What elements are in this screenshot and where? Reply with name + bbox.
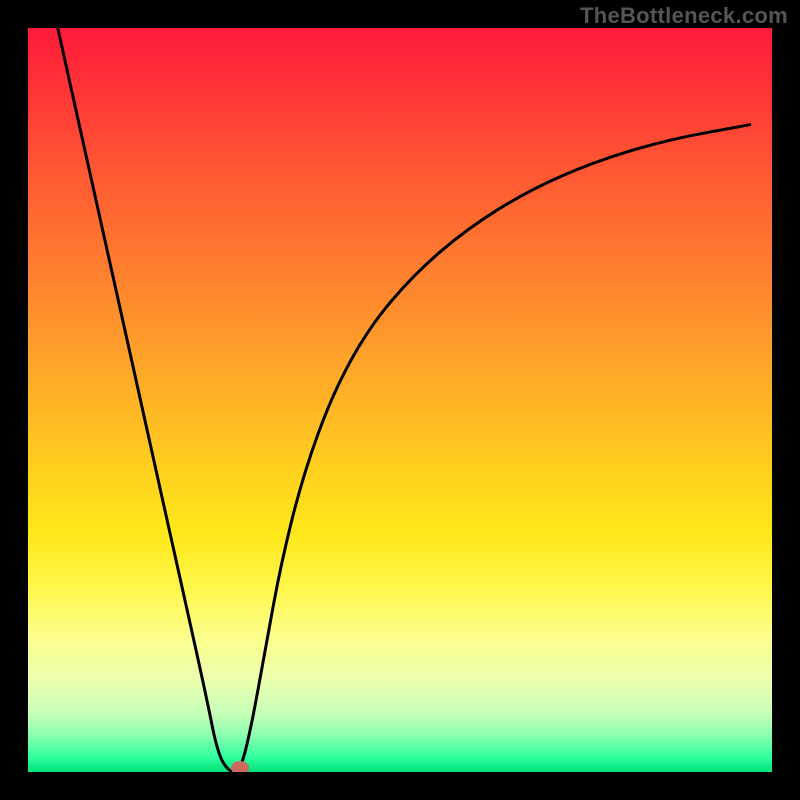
plot-area: [28, 28, 772, 772]
min-point-marker: [231, 761, 249, 772]
watermark-text: TheBottleneck.com: [580, 3, 788, 29]
bottleneck-curve: [28, 28, 772, 772]
chart-frame: TheBottleneck.com: [0, 0, 800, 800]
